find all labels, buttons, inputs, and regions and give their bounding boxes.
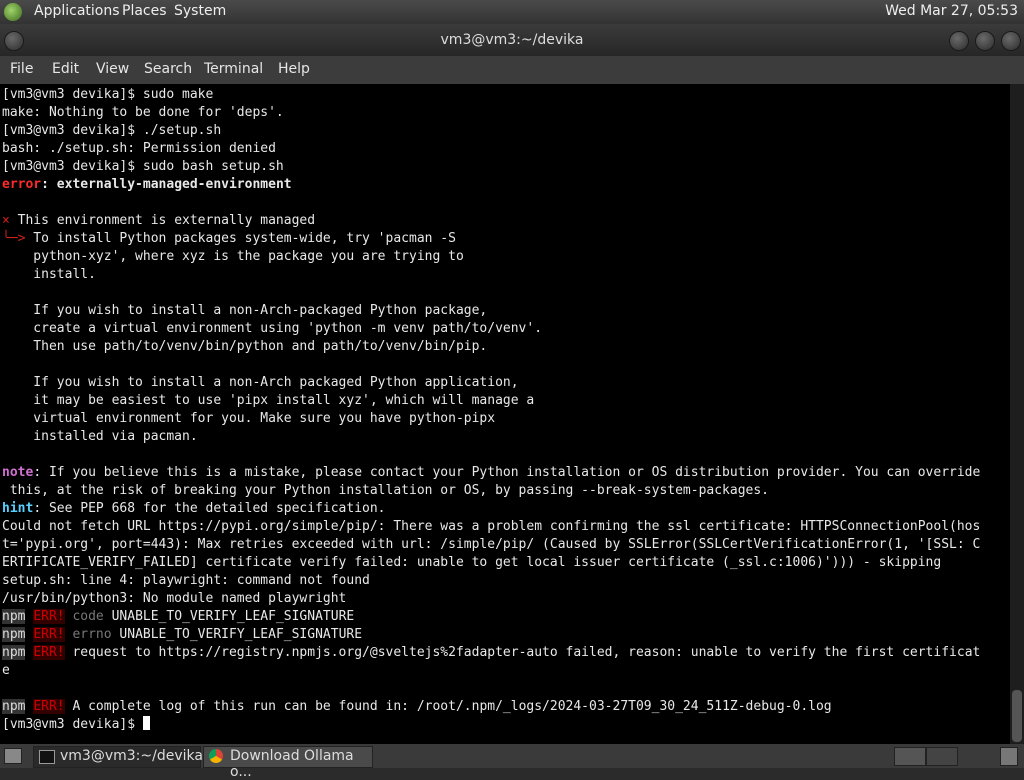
terminal-line: [vm3@vm3 devika]$ ./setup.sh <box>2 123 222 138</box>
terminal-line: Then use path/to/venv/bin/python and pat… <box>2 339 488 354</box>
terminal-line: it may be easiest to use 'pipx install x… <box>2 393 535 408</box>
taskbar-item-browser[interactable]: Download Ollama o... <box>203 746 373 780</box>
npm-tag: npm <box>2 699 26 714</box>
npm-msg: A complete log of this run can be found … <box>64 699 832 714</box>
applications-menu[interactable]: Applications <box>34 3 120 19</box>
terminal-icon <box>39 750 55 764</box>
x-mark-icon: × <box>2 213 10 228</box>
trash-icon[interactable] <box>1000 747 1018 766</box>
terminal-line: e <box>2 663 10 678</box>
env-managed-text: This environment is externally managed <box>9 213 316 228</box>
workspace-2-icon[interactable] <box>926 747 958 766</box>
distro-logo-icon[interactable] <box>4 3 22 21</box>
error-text: : externally-managed-environment <box>41 177 292 192</box>
text-cursor <box>142 716 150 730</box>
npm-msg: request to https://registry.npmjs.org/@s… <box>64 645 981 660</box>
menu-help[interactable]: Help <box>278 61 310 77</box>
menu-file[interactable]: File <box>10 61 33 77</box>
note-text: : If you believe this is a mistake, plea… <box>33 465 981 480</box>
npm-err-badge: ERR! <box>33 699 65 714</box>
npm-err-badge: ERR! <box>33 609 65 624</box>
note-line: note: If you believe this is a mistake, … <box>2 464 980 482</box>
terminal-line: make: Nothing to be done for 'deps'. <box>2 105 284 120</box>
close-button[interactable] <box>1001 31 1021 51</box>
terminal-line: If you wish to install a non-Arch-packag… <box>2 303 488 318</box>
npm-msg: UNABLE_TO_VERIFY_LEAF_SIGNATURE <box>103 609 355 624</box>
taskbar-label: Download Ollama o... <box>230 748 354 780</box>
error-line: error: externally-managed-environment <box>2 176 292 194</box>
npm-log-line: npm ERR! A complete log of this run can … <box>2 698 832 716</box>
terminal-line: install. <box>2 267 96 282</box>
menu-search[interactable]: Search <box>144 61 192 77</box>
note-label: note <box>2 465 34 480</box>
terminal-line: installed via pacman. <box>2 429 198 444</box>
menu-terminal[interactable]: Terminal <box>204 61 263 77</box>
npm-tag: npm <box>2 645 26 660</box>
terminal-line: t='pypi.org', port=443): Max retries exc… <box>2 537 981 552</box>
npm-msg: UNABLE_TO_VERIFY_LEAF_SIGNATURE <box>111 627 363 642</box>
npm-err-badge: ERR! <box>33 645 65 660</box>
bottom-panel: vm3@vm3:~/devika Download Ollama o... <box>0 744 1024 780</box>
scrollbar-thumb[interactable] <box>1012 690 1022 742</box>
error-label: error <box>2 177 42 192</box>
show-desktop-icon[interactable] <box>4 748 22 764</box>
top-panel: Applications Places System Wed Mar 27, 0… <box>0 0 1024 24</box>
window-titlebar[interactable]: vm3@vm3:~/devika <box>0 24 1024 56</box>
terminal-line: virtual environment for you. Make sure y… <box>2 411 496 426</box>
npm-error-line: npm ERR! code UNABLE_TO_VERIFY_LEAF_SIGN… <box>2 608 354 626</box>
terminal-line: this, at the risk of breaking your Pytho… <box>2 483 770 498</box>
terminal-line: To install Python packages system-wide, … <box>2 231 456 246</box>
minimize-button[interactable] <box>949 31 969 51</box>
prompt-line[interactable]: [vm3@vm3 devika]$ <box>2 716 150 734</box>
terminal-line: Could not fetch URL https://pypi.org/sim… <box>2 519 981 534</box>
places-menu[interactable]: Places <box>122 3 167 19</box>
terminal-line: setup.sh: line 4: playwright: command no… <box>2 573 370 588</box>
taskbar-item-terminal[interactable]: vm3@vm3:~/devika <box>33 746 203 768</box>
npm-error-line: npm ERR! request to https://registry.npm… <box>2 644 980 662</box>
terminal-line: /usr/bin/python3: No module named playwr… <box>2 591 347 606</box>
maximize-button[interactable] <box>975 31 995 51</box>
window-title: vm3@vm3:~/devika <box>440 32 584 48</box>
taskbar-label: vm3@vm3:~/devika <box>60 748 203 764</box>
menu-edit[interactable]: Edit <box>52 61 79 77</box>
npm-key: code <box>72 609 104 624</box>
desktop: Applications Places System Wed Mar 27, 0… <box>0 0 1024 780</box>
terminal-line: create a virtual environment using 'pyth… <box>2 321 543 336</box>
npm-err-badge: ERR! <box>33 627 65 642</box>
env-managed-line: × This environment is externally managed <box>2 212 315 230</box>
menu-bar: File Edit View Search Terminal Help <box>0 56 1024 84</box>
workspace-switcher-icon[interactable] <box>894 747 926 766</box>
terminal-output[interactable]: [vm3@vm3 devika]$ sudo make make: Nothin… <box>0 84 1010 744</box>
menu-view[interactable]: View <box>96 61 129 77</box>
terminal-line: [vm3@vm3 devika]$ sudo bash setup.sh <box>2 159 284 174</box>
terminal-line: If you wish to install a non-Arch packag… <box>2 375 519 390</box>
npm-tag: npm <box>2 609 26 624</box>
chrome-icon <box>209 749 223 763</box>
npm-tag: npm <box>2 627 26 642</box>
terminal-line: ERTIFICATE_VERIFY_FAILED] certificate ve… <box>2 555 942 570</box>
terminal-line: [vm3@vm3 devika]$ sudo make <box>2 87 214 102</box>
system-menu[interactable]: System <box>174 3 226 19</box>
hint-label: hint <box>2 501 34 516</box>
shell-prompt: [vm3@vm3 devika]$ <box>2 717 143 732</box>
clock[interactable]: Wed Mar 27, 05:53 <box>885 3 1018 19</box>
terminal-line: bash: ./setup.sh: Permission denied <box>2 141 276 156</box>
hint-text: : See PEP 668 for the detailed specifica… <box>33 501 386 516</box>
hint-line: hint: See PEP 668 for the detailed speci… <box>2 500 386 518</box>
terminal-scrollbar[interactable] <box>1010 84 1024 744</box>
terminal-line: python-xyz', where xyz is the package yo… <box>2 249 464 264</box>
npm-error-line: npm ERR! errno UNABLE_TO_VERIFY_LEAF_SIG… <box>2 626 362 644</box>
npm-key: errno <box>72 627 112 642</box>
